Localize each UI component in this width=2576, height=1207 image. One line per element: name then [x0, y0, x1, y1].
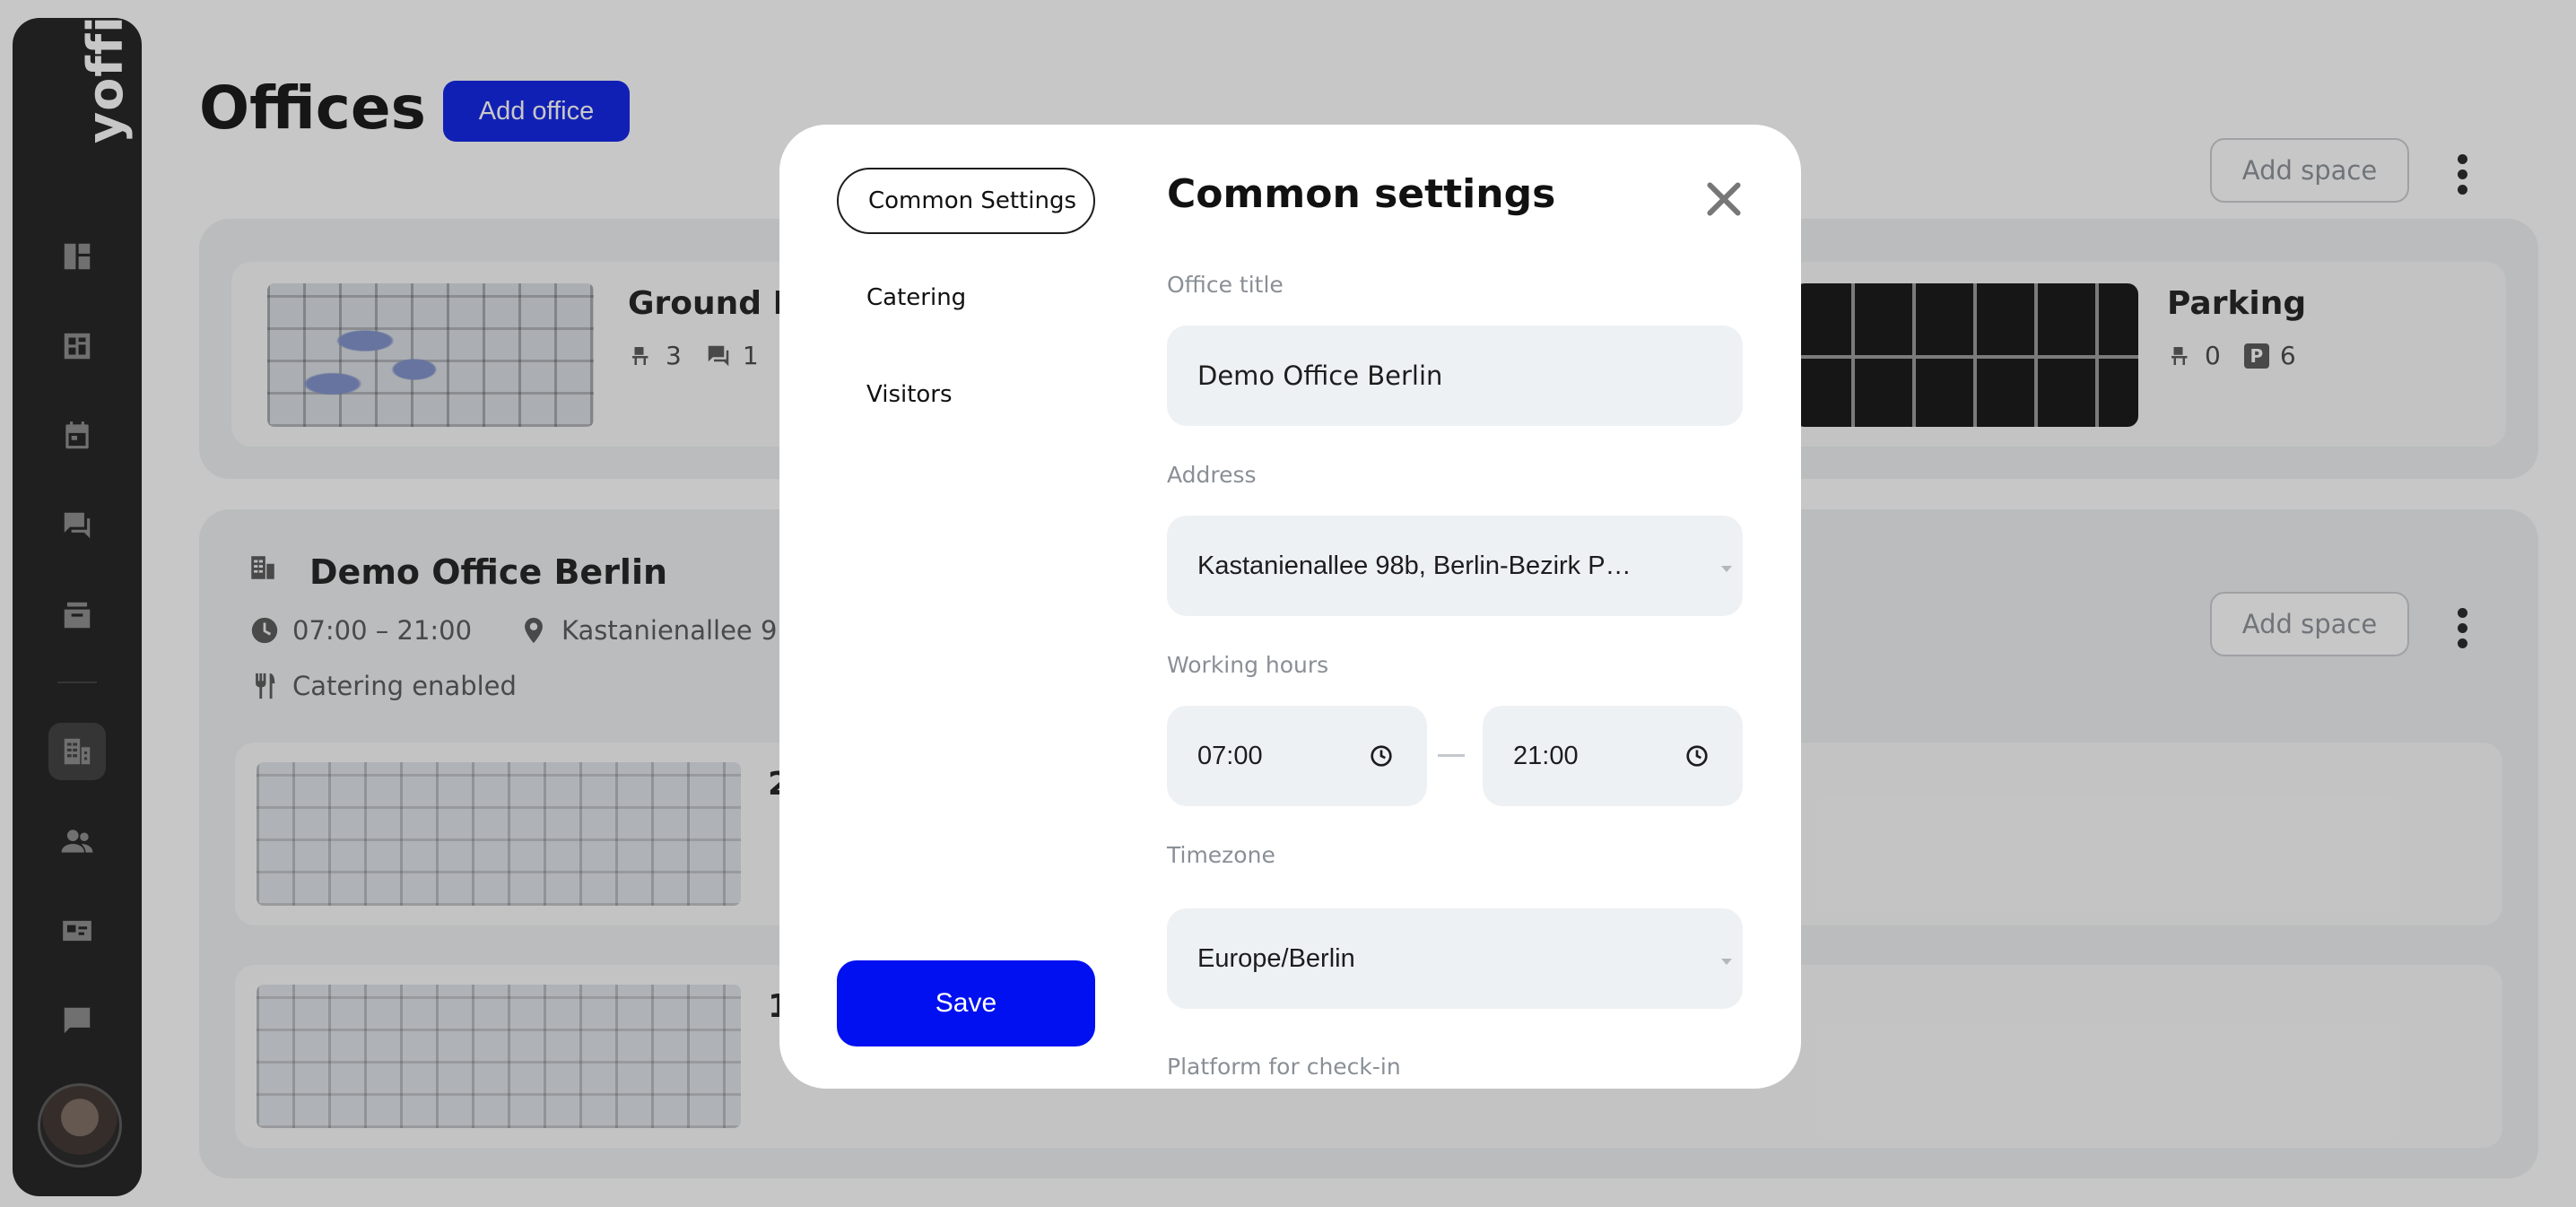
- office-title-input[interactable]: Demo Office Berlin: [1167, 326, 1743, 426]
- timezone-label: Timezone: [1167, 842, 1275, 868]
- chevron-down-icon: [1721, 566, 1732, 572]
- address-label: Address: [1167, 462, 1257, 488]
- office-title-value: Demo Office Berlin: [1197, 360, 1443, 391]
- tab-common-settings[interactable]: Common Settings: [837, 168, 1095, 234]
- timezone-value: Europe/Berlin: [1197, 943, 1355, 973]
- end-time-value: 21:00: [1513, 741, 1579, 770]
- tab-visitors[interactable]: Visitors: [837, 361, 1095, 428]
- tab-catering[interactable]: Catering: [837, 265, 1095, 331]
- common-settings-dialog: Common Settings Catering Visitors Save C…: [779, 125, 1801, 1089]
- clock-icon[interactable]: [1370, 744, 1393, 768]
- working-hours-label: Working hours: [1167, 652, 1329, 678]
- end-time-input[interactable]: 21:00: [1483, 706, 1743, 806]
- close-icon[interactable]: [1701, 177, 1746, 221]
- start-time-value: 07:00: [1197, 741, 1263, 770]
- office-title-label: Office title: [1167, 272, 1284, 298]
- time-range-separator: [1438, 754, 1465, 757]
- start-time-input[interactable]: 07:00: [1167, 706, 1427, 806]
- save-button[interactable]: Save: [837, 960, 1095, 1046]
- platform-checkin-label: Platform for check-in: [1167, 1054, 1401, 1080]
- clock-icon[interactable]: [1685, 744, 1709, 768]
- chevron-down-icon: [1721, 959, 1732, 965]
- address-select[interactable]: Kastanienallee 98b, Berlin-Bezirk P…: [1167, 516, 1743, 616]
- address-value: Kastanienallee 98b, Berlin-Bezirk P…: [1197, 551, 1632, 580]
- timezone-select[interactable]: Europe/Berlin: [1167, 908, 1743, 1009]
- dialog-title: Common settings: [1167, 171, 1556, 217]
